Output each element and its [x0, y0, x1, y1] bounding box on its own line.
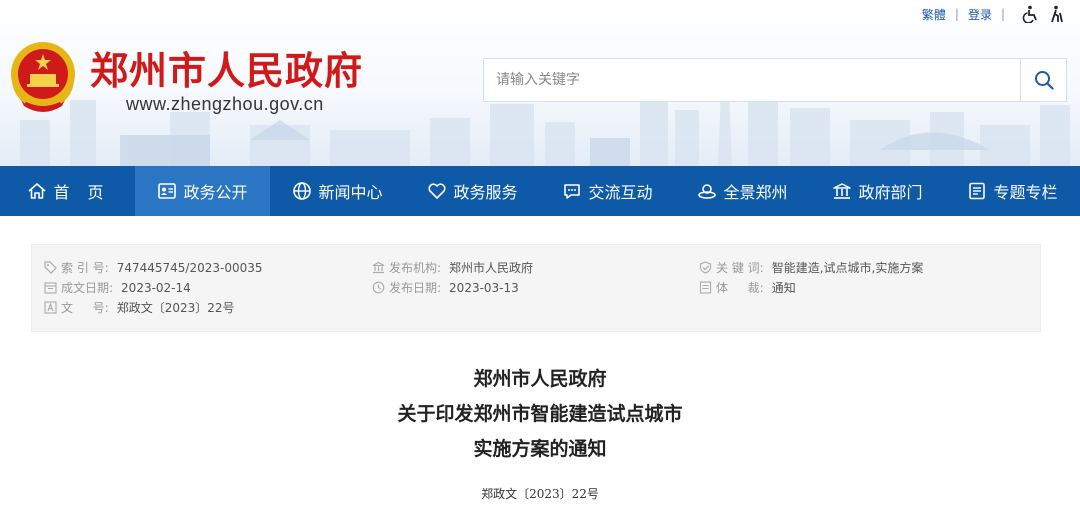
nav-label: 政务服务: [453, 183, 518, 202]
nav-government-services[interactable]: 政务服务: [405, 166, 540, 216]
site-header: 繁體 | 登录 | 郑州市人民政府 www.zhengzhou.gov.cn: [0, 0, 1080, 166]
national-emblem-logo: [11, 42, 75, 112]
nav-news-center[interactable]: 新闻中心: [270, 166, 405, 216]
search-icon: [1034, 71, 1054, 90]
shield-check-icon: [699, 261, 712, 274]
traditional-chinese-link[interactable]: 繁體: [922, 6, 946, 23]
calendar-icon: [44, 281, 57, 294]
search-button[interactable]: [1020, 59, 1066, 101]
building-icon: [832, 181, 852, 201]
institution-icon: [372, 261, 385, 274]
meta-genre: 体 裁: 通知: [699, 279, 796, 296]
divider: |: [954, 7, 959, 21]
nav-label: 专题专栏: [993, 183, 1058, 202]
elderly-mode-icon[interactable]: [1048, 5, 1066, 23]
meta-document-number: 文 号: 郑政文〔2023〕22号: [44, 299, 235, 316]
nav-label: 全景郑州: [723, 183, 788, 202]
wheelchair-accessibility-icon[interactable]: [1022, 5, 1040, 23]
document-title-line-2: 关于印发郑州市智能建造试点城市: [397, 403, 683, 425]
letter-a-icon: [44, 301, 57, 314]
meta-publish-date: 发布日期: 2023-03-13: [372, 279, 519, 296]
tag-icon: [44, 261, 57, 274]
meta-created-date: 成文日期: 2023-02-14: [44, 279, 191, 296]
id-card-icon: [157, 181, 177, 201]
meta-row: 成文日期: 2023-02-14 发布日期: 2023-03-13 体 裁: 通…: [32, 279, 1040, 299]
chat-icon: [562, 181, 582, 201]
meta-row: 文 号: 郑政文〔2023〕22号: [32, 299, 1040, 319]
nav-label: 政府部门: [858, 183, 923, 202]
home-icon: [27, 181, 47, 201]
search-box: [483, 58, 1067, 102]
nav-label: 首页: [53, 183, 122, 202]
nav-special-topics[interactable]: 专题专栏: [945, 166, 1080, 216]
nav-interaction[interactable]: 交流互动: [540, 166, 675, 216]
document-meta-box: 索 引 号: 747445745/2023-00035 发布机构: 郑州市人民政…: [31, 244, 1041, 332]
main-nav: 首页 政务公开 新闻中心 政务服务 交流互动 全景郑州 政府部门 专题专栏: [0, 166, 1080, 216]
top-links: 繁體 | 登录 |: [922, 4, 1066, 24]
nav-departments[interactable]: 政府部门: [810, 166, 945, 216]
file-icon: [699, 281, 712, 294]
document-title-line-1: 郑州市人民政府: [473, 368, 607, 390]
document-title-line-3: 实施方案的通知: [473, 438, 607, 460]
document-icon: [967, 181, 987, 201]
globe-icon: [292, 181, 312, 201]
site-url: www.zhengzhou.gov.cn: [126, 94, 324, 114]
clock-icon: [372, 281, 385, 294]
meta-row: 索 引 号: 747445745/2023-00035 发布机构: 郑州市人民政…: [32, 259, 1040, 279]
nav-label: 交流互动: [588, 183, 653, 202]
document-number: 郑政文〔2023〕22号: [481, 487, 599, 501]
login-link[interactable]: 登录: [968, 6, 992, 23]
site-name: 郑州市人民政府: [90, 48, 364, 93]
meta-index-number: 索 引 号: 747445745/2023-00035: [44, 259, 263, 276]
meta-issuer: 发布机构: 郑州市人民政府: [372, 259, 533, 276]
panorama-icon: [697, 181, 717, 201]
nav-government-affairs[interactable]: 政务公开: [135, 166, 270, 216]
heart-icon: [427, 181, 447, 201]
nav-panorama[interactable]: 全景郑州: [675, 166, 810, 216]
search-input[interactable]: [484, 59, 1020, 101]
nav-home[interactable]: 首页: [0, 166, 135, 216]
meta-keywords: 关 键 词: 智能建造,试点城市,实施方案: [699, 259, 923, 276]
nav-label: 政务公开: [183, 183, 248, 202]
divider: |: [1000, 7, 1005, 21]
nav-label: 新闻中心: [318, 183, 383, 202]
